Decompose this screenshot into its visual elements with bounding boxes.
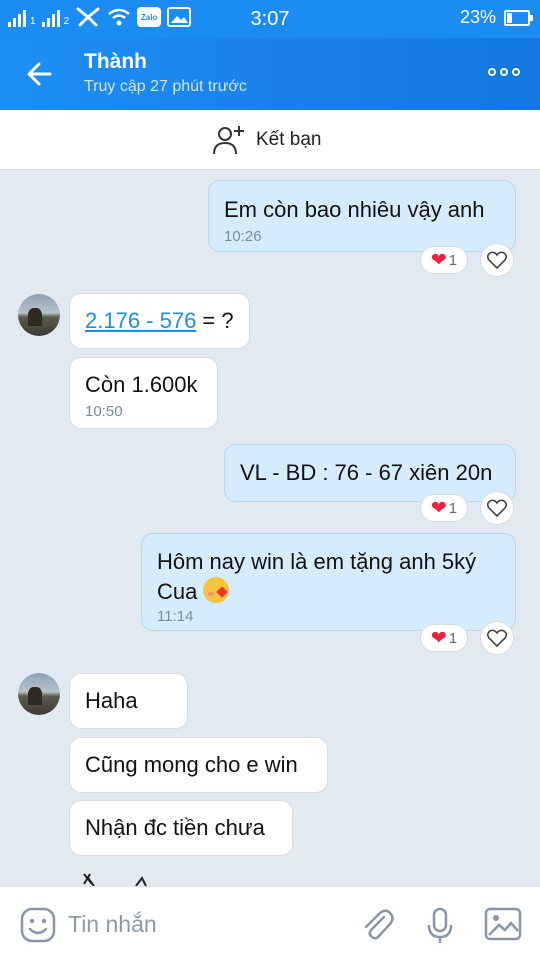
message-text: = ?: [196, 308, 234, 333]
attach-button[interactable]: [360, 907, 394, 948]
message-text-line-1: Hôm nay win là em tặng anh 5ký: [157, 549, 477, 574]
reaction-count: 1: [448, 629, 458, 647]
image-button[interactable]: [484, 907, 522, 946]
back-arrow-icon: [27, 62, 52, 86]
heart-icon: ❤: [430, 627, 447, 649]
microphone-icon: [427, 907, 453, 943]
battery-percent: 23%: [459, 7, 496, 27]
avatar[interactable]: [18, 673, 60, 715]
battery-icon: [504, 9, 533, 26]
like-button[interactable]: [480, 621, 514, 655]
message-input[interactable]: [68, 907, 338, 941]
message-text-line-2-container: Cua: [157, 577, 500, 607]
status-icons-right: 23%: [459, 7, 533, 28]
reaction-count: 1: [448, 499, 458, 517]
contact-name[interactable]: Thành: [84, 50, 147, 74]
heart-icon: ❤: [430, 497, 447, 519]
message-time: 10:50: [85, 403, 123, 420]
message-text: Còn 1.600k: [85, 372, 198, 397]
like-heart-icon: [487, 499, 507, 517]
add-friend-icon: [213, 126, 244, 155]
reaction-badge[interactable]: ❤ 1: [420, 494, 468, 522]
message-time: 10:26: [224, 228, 262, 245]
message-text: Nhận đc tiền chưa: [85, 815, 265, 840]
partial-sticker: [80, 870, 170, 886]
sticker-icon: [20, 907, 56, 943]
message-bubble-incoming[interactable]: 2.176 - 576 = ?: [69, 293, 250, 349]
reaction-badge[interactable]: ❤ 1: [420, 624, 468, 652]
more-options-icon[interactable]: [488, 68, 520, 76]
message-text-container: 2.176 - 576 = ?: [85, 306, 234, 336]
message-text: Haha: [85, 688, 138, 713]
battery-level: [507, 12, 513, 23]
avatar[interactable]: [18, 294, 60, 336]
message-bubble-incoming[interactable]: Còn 1.600k 10:50: [69, 357, 218, 429]
like-heart-icon: [487, 251, 507, 269]
message-text: VL - BD : 76 - 67 xiên 20n: [240, 460, 493, 485]
sticker-button[interactable]: [20, 907, 56, 948]
contact-last-seen: Truy cập 27 phút trước: [84, 78, 247, 95]
heart-icon: ❤: [430, 249, 447, 271]
add-friend-label: Kết bạn: [256, 129, 322, 150]
message-input-bar: [0, 886, 540, 960]
message-text: Em còn bao nhiêu vậy anh: [224, 197, 485, 222]
voice-button[interactable]: [426, 907, 454, 950]
message-bubble-outgoing[interactable]: Em còn bao nhiêu vậy anh 10:26: [208, 180, 516, 252]
add-friend-button[interactable]: Kết bạn: [212, 124, 322, 156]
message-link[interactable]: 2.176 - 576: [85, 308, 196, 333]
message-text-line-2: Cua: [157, 579, 198, 604]
message-bubble-incoming[interactable]: Nhận đc tiền chưa: [69, 800, 293, 856]
status-bar: 1 2 Zalo 3:07 23%: [0, 0, 540, 38]
like-button[interactable]: [480, 243, 514, 277]
message-text: Cũng mong cho e win: [85, 752, 298, 777]
chat-area[interactable]: Em còn bao nhiêu vậy anh 10:26 ❤ 1 2.176…: [0, 170, 540, 886]
like-heart-icon: [487, 629, 507, 647]
chat-header: Thành Truy cập 27 phút trước: [0, 38, 540, 110]
back-button[interactable]: [24, 58, 56, 90]
message-bubble-outgoing[interactable]: Hôm nay win là em tặng anh 5ký Cua 11:14: [141, 533, 516, 631]
reaction-badge[interactable]: ❤ 1: [420, 246, 468, 274]
message-bubble-incoming[interactable]: Cũng mong cho e win: [69, 737, 328, 793]
like-button[interactable]: [480, 491, 514, 525]
attach-icon: [364, 909, 394, 940]
reaction-count: 1: [448, 251, 458, 269]
message-bubble-outgoing[interactable]: VL - BD : 76 - 67 xiên 20n: [224, 444, 516, 502]
message-bubble-incoming[interactable]: Haha: [69, 673, 188, 729]
image-icon: [484, 907, 522, 941]
flushed-emoji-icon: [203, 577, 230, 603]
add-friend-bar: Kết bạn: [0, 110, 540, 170]
